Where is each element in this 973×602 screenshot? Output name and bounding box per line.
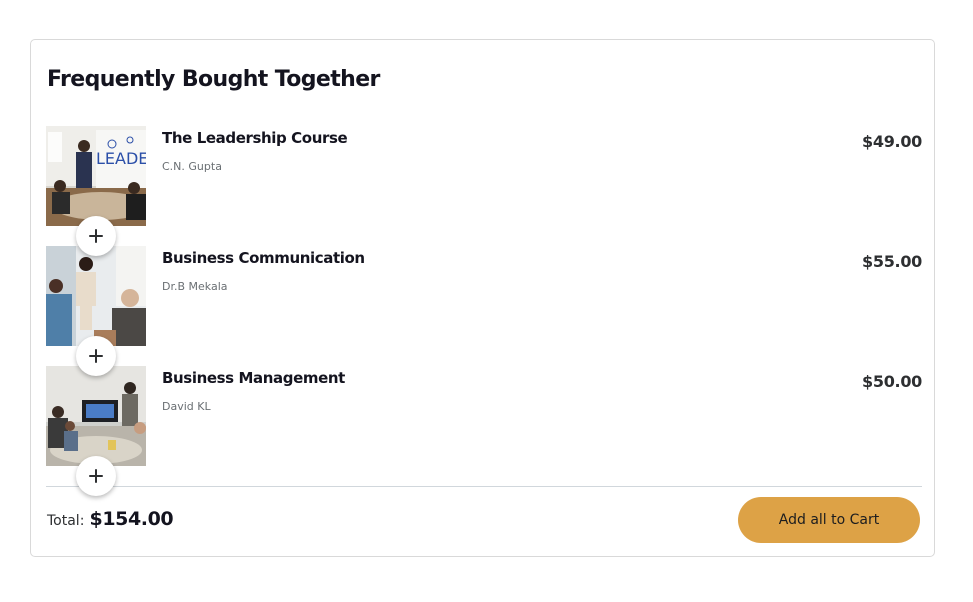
add-button[interactable] [76,336,116,376]
course-price: $49.00 [862,132,922,151]
course-item: Business Management David KL $50.00 [46,366,922,496]
total-price: Total: $154.00 [47,508,174,530]
course-thumbnail[interactable]: LEADER [46,126,146,226]
add-button[interactable] [76,456,116,496]
plus-icon [89,229,103,243]
course-title[interactable]: Business Communication [162,249,365,267]
course-author: C.N. Gupta [162,160,222,173]
course-thumbnail[interactable] [46,366,146,466]
add-all-to-cart-button[interactable]: Add all to Cart [738,497,920,543]
total-value: $154.00 [89,508,174,530]
course-price: $55.00 [862,252,922,271]
plus-icon [89,349,103,363]
course-thumbnail[interactable] [46,246,146,346]
course-title[interactable]: The Leadership Course [162,129,348,147]
footer-divider [46,486,922,487]
total-label: Total: [47,513,85,529]
plus-icon [89,469,103,483]
svg-text:LEADER: LEADER [96,149,146,168]
section-title: Frequently Bought Together [47,67,380,92]
course-item: LEADER The Leadership Course C.N. Gupta … [46,126,922,256]
course-author: David KL [162,400,211,413]
course-author: Dr.B Mekala [162,280,228,293]
course-title[interactable]: Business Management [162,369,345,387]
add-button[interactable] [76,216,116,256]
frequently-bought-together-card: Frequently Bought Together LEADER [30,39,935,557]
course-price: $50.00 [862,372,922,391]
course-item: Business Communication Dr.B Mekala $55.0… [46,246,922,376]
